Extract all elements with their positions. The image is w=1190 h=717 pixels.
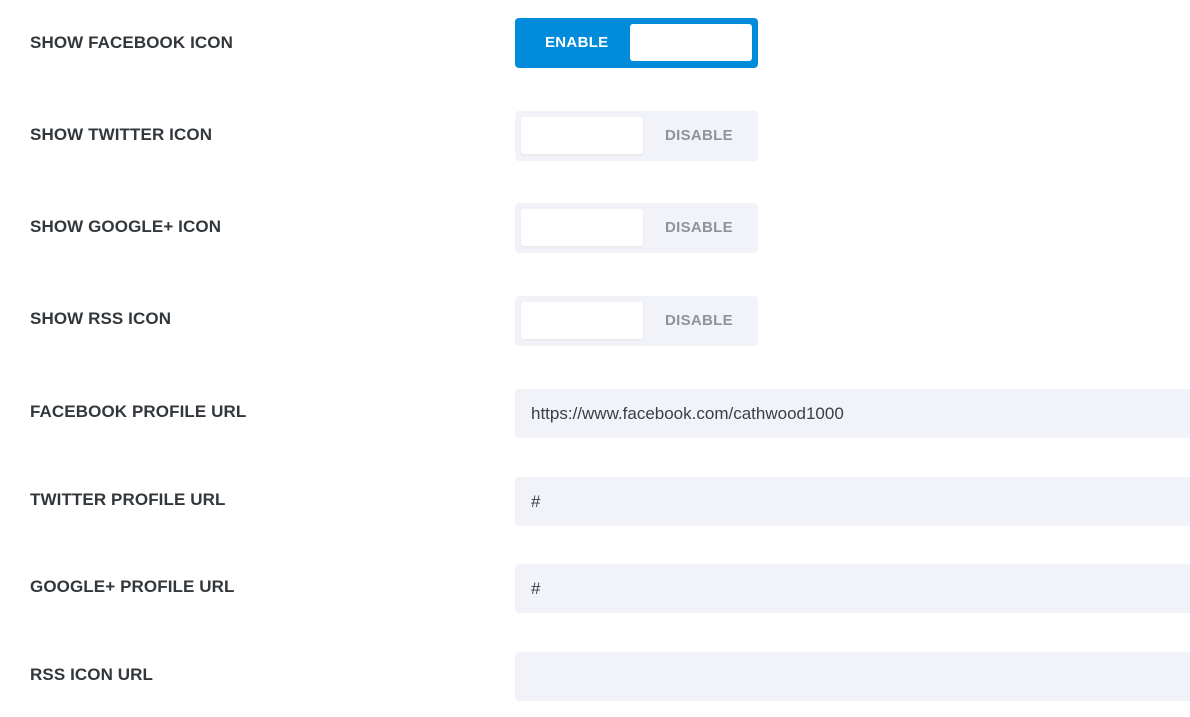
- setting-row-rss-icon: SHOW RSS ICON DISABLE: [0, 296, 1190, 346]
- setting-row-google-url: GOOGLE+ PROFILE URL: [0, 564, 1190, 613]
- twitter-icon-toggle-state: DISABLE: [665, 127, 733, 144]
- twitter-icon-toggle[interactable]: DISABLE: [515, 111, 758, 161]
- facebook-url-input[interactable]: [515, 389, 1190, 438]
- rss-icon-toggle[interactable]: DISABLE: [515, 296, 758, 346]
- setting-row-twitter-url: TWITTER PROFILE URL: [0, 477, 1190, 526]
- setting-row-twitter-icon: SHOW TWITTER ICON DISABLE: [0, 111, 1190, 161]
- facebook-url-setting-label: FACEBOOK PROFILE URL: [30, 402, 247, 421]
- google-icon-setting-label: SHOW GOOGLE+ ICON: [30, 217, 222, 236]
- facebook-icon-toggle-state: ENABLE: [545, 34, 609, 51]
- rss-icon-toggle-state: DISABLE: [665, 312, 733, 329]
- twitter-url-input[interactable]: [515, 477, 1190, 526]
- setting-row-google-icon: SHOW GOOGLE+ ICON DISABLE: [0, 203, 1190, 253]
- social-settings-panel: SHOW FACEBOOK ICON ENABLE SHOW TWITTER I…: [0, 0, 1190, 717]
- setting-row-facebook-url: FACEBOOK PROFILE URL: [0, 389, 1190, 438]
- setting-row-facebook-icon: SHOW FACEBOOK ICON ENABLE: [0, 18, 1190, 68]
- twitter-url-setting-label: TWITTER PROFILE URL: [30, 490, 226, 509]
- twitter-icon-setting-label: SHOW TWITTER ICON: [30, 125, 213, 144]
- google-icon-toggle-knob[interactable]: [521, 209, 643, 246]
- facebook-icon-toggle-knob[interactable]: [630, 24, 752, 61]
- rss-icon-toggle-knob[interactable]: [521, 302, 643, 339]
- facebook-icon-toggle[interactable]: ENABLE: [515, 18, 758, 68]
- facebook-icon-setting-label: SHOW FACEBOOK ICON: [30, 33, 233, 52]
- rss-url-setting-label: RSS ICON URL: [30, 665, 154, 684]
- google-url-input[interactable]: [515, 564, 1190, 613]
- google-url-setting-label: GOOGLE+ PROFILE URL: [30, 577, 235, 596]
- rss-url-input[interactable]: [515, 652, 1190, 701]
- google-icon-toggle-state: DISABLE: [665, 219, 733, 236]
- twitter-icon-toggle-knob[interactable]: [521, 117, 643, 154]
- google-icon-toggle[interactable]: DISABLE: [515, 203, 758, 253]
- setting-row-rss-url: RSS ICON URL: [0, 652, 1190, 701]
- rss-icon-setting-label: SHOW RSS ICON: [30, 309, 172, 328]
